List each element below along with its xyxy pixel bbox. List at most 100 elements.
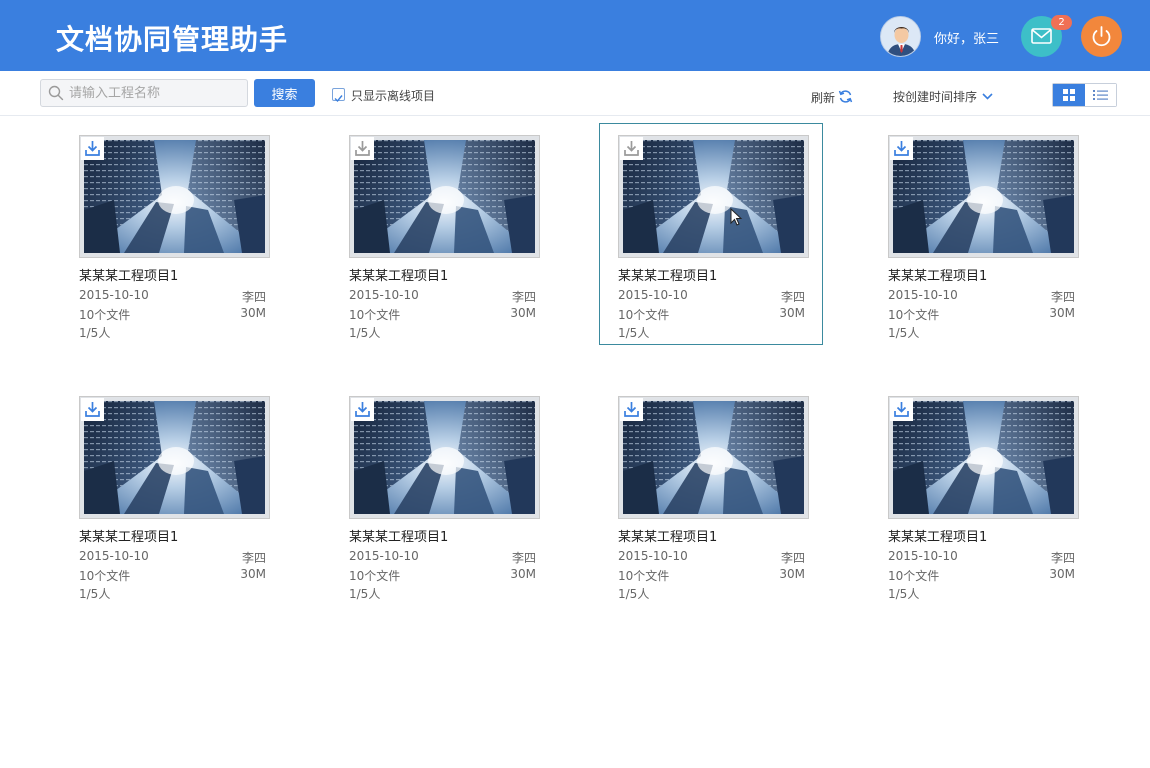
download-badge[interactable] [890, 398, 913, 421]
project-name: 某某某工程项目1 [79, 530, 179, 545]
project-size: 30M [510, 306, 536, 320]
list-icon [1093, 90, 1108, 100]
project-date: 2015-10-10 [888, 549, 958, 563]
view-mode-toggle [1052, 83, 1117, 107]
project-file-count: 10个文件 [888, 308, 940, 322]
app-header: 文档协同管理助手 你好，张三 2 [0, 0, 1150, 71]
power-icon [1092, 26, 1111, 47]
project-members: 1/5人 [618, 587, 650, 601]
search-icon [48, 85, 64, 101]
project-size: 30M [240, 306, 266, 320]
download-badge[interactable] [351, 137, 374, 160]
project-photo [84, 140, 265, 253]
project-file-count: 10个文件 [888, 569, 940, 583]
project-date: 2015-10-10 [79, 288, 149, 302]
search-button[interactable]: 搜索 [254, 79, 315, 107]
download-badge[interactable] [351, 398, 374, 421]
project-card[interactable]: 某某某工程项目1 2015-10-10 李四 10个文件 30M 1/5人 [78, 395, 302, 617]
project-date: 2015-10-10 [79, 549, 149, 563]
project-size: 30M [510, 567, 536, 581]
project-card[interactable]: 某某某工程项目1 2015-10-10 李四 10个文件 30M 1/5人 [617, 395, 841, 617]
list-view-button[interactable] [1085, 84, 1116, 106]
project-card[interactable]: 某某某工程项目1 2015-10-10 李四 10个文件 30M 1/5人 [887, 134, 1111, 356]
project-owner: 李四 [780, 551, 805, 565]
project-photo [893, 401, 1074, 514]
project-members: 1/5人 [618, 326, 650, 340]
chevron-down-icon[interactable] [981, 90, 994, 102]
download-badge[interactable] [620, 398, 643, 421]
download-badge[interactable] [620, 137, 643, 160]
project-photo [893, 140, 1074, 253]
project-date: 2015-10-10 [888, 288, 958, 302]
download-icon [355, 141, 370, 156]
project-card-selected[interactable]: 某某某工程项目1 2015-10-10 李四 10个文件 30M 1/5人 [599, 123, 823, 345]
project-name: 某某某工程项目1 [618, 530, 718, 545]
download-icon [85, 402, 100, 417]
project-file-count: 10个文件 [349, 308, 401, 322]
project-card[interactable]: 某某某工程项目1 2015-10-10 李四 10个文件 30M 1/5人 [78, 134, 302, 356]
project-card[interactable]: 某某某工程项目1 2015-10-10 李四 10个文件 30M 1/5人 [887, 395, 1111, 617]
project-owner: 李四 [241, 290, 266, 304]
checkmark-icon [334, 95, 343, 103]
search-input[interactable] [40, 79, 248, 107]
project-file-count: 10个文件 [618, 308, 670, 322]
refresh-icon[interactable] [838, 89, 853, 104]
project-size: 30M [1049, 567, 1075, 581]
project-size: 30M [779, 306, 805, 320]
project-thumbnail [79, 135, 270, 258]
project-date: 2015-10-10 [349, 288, 419, 302]
project-photo [354, 140, 535, 253]
avatar-icon [881, 17, 920, 56]
project-photo [623, 140, 804, 253]
download-badge[interactable] [890, 137, 913, 160]
greeting-text: 你好，张三 [934, 32, 1000, 47]
download-badge[interactable] [81, 398, 104, 421]
grid-view-button[interactable] [1053, 84, 1085, 106]
download-icon [355, 402, 370, 417]
project-name: 某某某工程项目1 [79, 269, 179, 284]
project-members: 1/5人 [79, 326, 111, 340]
project-size: 30M [240, 567, 266, 581]
project-members: 1/5人 [79, 587, 111, 601]
project-thumbnail [618, 396, 809, 519]
project-name: 某某某工程项目1 [349, 269, 449, 284]
project-members: 1/5人 [888, 587, 920, 601]
download-icon [624, 141, 639, 156]
project-date: 2015-10-10 [618, 549, 688, 563]
project-thumbnail [888, 135, 1079, 258]
offline-only-label[interactable]: 只显示离线项目 [351, 87, 435, 104]
download-icon [85, 141, 100, 156]
logout-button[interactable] [1081, 16, 1122, 57]
project-thumbnail [618, 135, 809, 258]
project-photo [84, 401, 265, 514]
project-card[interactable]: 某某某工程项目1 2015-10-10 李四 10个文件 30M 1/5人 [348, 134, 572, 356]
project-file-count: 10个文件 [79, 308, 131, 322]
project-name: 某某某工程项目1 [349, 530, 449, 545]
project-owner: 李四 [780, 290, 805, 304]
project-thumbnail [349, 396, 540, 519]
project-size: 30M [779, 567, 805, 581]
download-icon [624, 402, 639, 417]
project-file-count: 10个文件 [349, 569, 401, 583]
user-avatar[interactable] [880, 16, 921, 57]
download-icon [894, 141, 909, 156]
download-icon [894, 402, 909, 417]
project-members: 1/5人 [888, 326, 920, 340]
project-thumbnail [349, 135, 540, 258]
project-name: 某某某工程项目1 [888, 530, 988, 545]
project-card[interactable]: 某某某工程项目1 2015-10-10 李四 10个文件 30M 1/5人 [348, 395, 572, 617]
project-owner: 李四 [1050, 551, 1075, 565]
project-date: 2015-10-10 [618, 288, 688, 302]
offline-only-checkbox[interactable] [332, 88, 345, 103]
project-name: 某某某工程项目1 [618, 269, 718, 284]
download-badge[interactable] [81, 137, 104, 160]
project-owner: 李四 [511, 551, 536, 565]
sort-dropdown[interactable]: 按创建时间排序 [893, 88, 977, 105]
project-file-count: 10个文件 [79, 569, 131, 583]
project-size: 30M [1049, 306, 1075, 320]
refresh-button[interactable]: 刷新 [811, 89, 835, 106]
mail-count-badge: 2 [1051, 15, 1072, 30]
toolbar: 搜索 只显示离线项目 刷新 按创建时间排序 [0, 71, 1150, 116]
project-photo [354, 401, 535, 514]
project-owner: 李四 [241, 551, 266, 565]
